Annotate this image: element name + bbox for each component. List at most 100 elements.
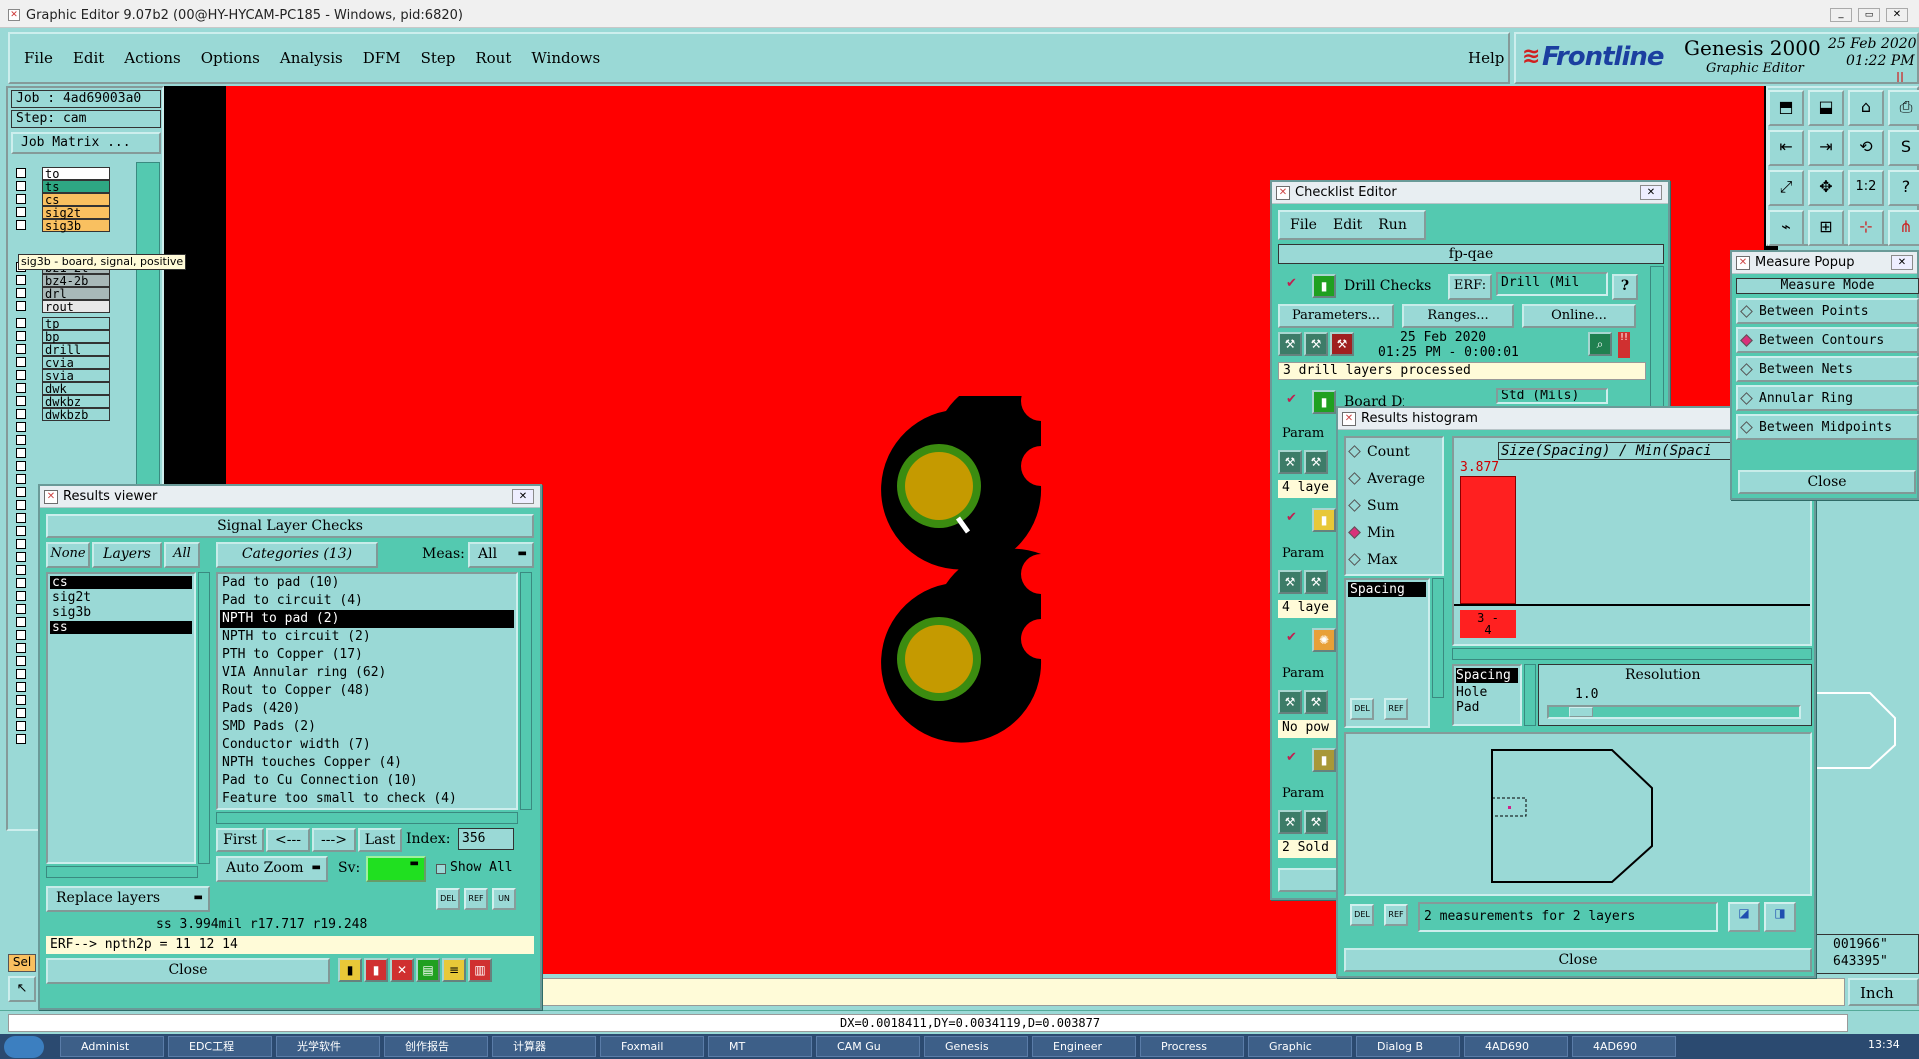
layer-checkbox[interactable] [16, 288, 26, 298]
measure-mode-option[interactable]: Annular Ring [1736, 385, 1919, 411]
zoom-in-icon[interactable]: ⬓ [1808, 90, 1844, 126]
checklist-menu-edit[interactable]: Edit [1333, 217, 1362, 233]
maximize-button[interactable]: ▭ [1858, 8, 1880, 22]
layer-checkbox[interactable] [16, 344, 26, 354]
taskbar-item[interactable]: Procress [1140, 1036, 1244, 1057]
layer-checkbox[interactable] [16, 461, 26, 471]
layer-name[interactable]: drl [42, 286, 110, 300]
menu-step[interactable]: Step [421, 49, 456, 67]
layer-name[interactable]: dwkbz [42, 394, 110, 408]
field-scrollbar[interactable] [1524, 664, 1536, 726]
layer-row[interactable]: sig2t [12, 205, 110, 219]
histogram-icon[interactable]: ▥ [468, 958, 492, 982]
run-all-icon[interactable]: ⚒ [1304, 450, 1328, 474]
none-button[interactable]: None [46, 542, 90, 568]
layer-checkbox[interactable] [16, 708, 26, 718]
histogram-mode-option[interactable]: Max [1346, 546, 1442, 573]
job-matrix-button[interactable]: Job Matrix ... [11, 132, 161, 154]
taskbar-item[interactable]: CAM Gu [816, 1036, 920, 1057]
layer-checkbox[interactable] [16, 656, 26, 666]
layer-checkbox[interactable] [16, 448, 26, 458]
histogram-bar[interactable] [1460, 476, 1516, 604]
run-error-icon[interactable]: ⚒ [1330, 332, 1354, 356]
taskbar-item[interactable]: 光学软件 [276, 1036, 380, 1057]
run-all-icon[interactable]: ⚒ [1304, 570, 1328, 594]
checklist-close-icon[interactable]: ✕ [1640, 185, 1662, 200]
layer-row[interactable]: rout [12, 299, 110, 313]
measure-mode-option[interactable]: Between Nets [1736, 356, 1919, 382]
histogram-mode-option[interactable]: Average [1346, 465, 1442, 492]
taskbar-item[interactable]: 4AD690 [1572, 1036, 1676, 1057]
grid-icon[interactable]: ⊞ [1808, 210, 1844, 246]
taskbar-item[interactable]: 4AD690 [1464, 1036, 1568, 1057]
prev-button[interactable]: <--- [266, 828, 310, 852]
category-item[interactable]: Rout to Copper (48) [220, 682, 514, 700]
category-scrollbar[interactable] [520, 572, 532, 810]
net-icon[interactable]: ⋔ [1888, 210, 1919, 246]
layer-checkbox[interactable] [16, 301, 26, 311]
layer-checkbox[interactable] [16, 370, 26, 380]
run-icon[interactable]: ⚒ [1278, 570, 1302, 594]
results-viewer-close-button[interactable]: Close [46, 958, 330, 984]
checklist-menu-run[interactable]: Run [1378, 217, 1407, 233]
last-button[interactable]: Last [358, 828, 402, 852]
run-icon[interactable]: ⚒ [1278, 332, 1302, 356]
menu-options[interactable]: Options [201, 49, 260, 67]
layer-checkbox[interactable] [16, 630, 26, 640]
measure-mode-option[interactable]: Between Contours [1736, 327, 1919, 353]
layer-checkbox[interactable] [16, 539, 26, 549]
row4-checked[interactable]: ✔ [1286, 630, 1297, 645]
measure-mode-option[interactable]: Between Midpoints [1736, 414, 1919, 440]
note-icon[interactable]: ▤ [416, 958, 440, 982]
replace-layers-select[interactable]: Replace layers ▬ [46, 886, 210, 912]
online-button[interactable]: Online... [1522, 304, 1636, 328]
category-item[interactable]: Feature too small to check (4) [220, 790, 514, 808]
layer-checkbox[interactable] [16, 643, 26, 653]
layer-results-hscroll[interactable] [46, 866, 198, 878]
category-item[interactable]: SMD Pads (2) [220, 718, 514, 736]
layer-checkbox[interactable] [16, 734, 26, 744]
layer-checkbox[interactable] [16, 669, 26, 679]
layer-results-list[interactable]: cs sig2t sig3b ss [46, 572, 196, 864]
layer-checkbox[interactable] [16, 578, 26, 588]
erf-button[interactable]: ERF: [1448, 274, 1492, 300]
menu-help[interactable]: Help [1468, 49, 1504, 67]
layer-name[interactable]: dwk [42, 381, 110, 395]
layer-name[interactable]: sig3b [42, 218, 110, 232]
erf-field[interactable]: Drill (Mil [1496, 272, 1608, 296]
layer-row[interactable]: svia [12, 368, 110, 382]
layer-checkbox[interactable] [16, 168, 26, 178]
histogram-mode-option[interactable]: Count [1346, 438, 1442, 465]
menu-dfm[interactable]: DFM [363, 49, 401, 67]
layer-row[interactable]: dwkbzb [12, 407, 110, 421]
category-list[interactable]: Pad to pad (10) Pad to circuit (4) NPTH to… [216, 572, 518, 810]
layer-checkbox[interactable] [16, 682, 26, 692]
taskbar-item[interactable]: Administ [60, 1036, 164, 1057]
checklist-partial-1[interactable]: Param [1282, 426, 1324, 441]
layer-name[interactable]: bp [42, 329, 110, 343]
layer-name[interactable]: svia [42, 368, 110, 382]
histogram-delete-icon[interactable]: DEL [1350, 698, 1374, 720]
attr-scrollbar[interactable] [1432, 578, 1444, 698]
layer-checkbox[interactable] [16, 591, 26, 601]
layer-checkbox[interactable] [16, 275, 26, 285]
taskbar-item[interactable]: Foxmail [600, 1036, 704, 1057]
layer-name[interactable]: drill [42, 342, 110, 356]
taskbar-item[interactable]: 创作报告 [384, 1036, 488, 1057]
layer-row[interactable]: tp [12, 316, 110, 330]
category-hscroll[interactable] [216, 812, 518, 824]
layer-name[interactable]: to [42, 166, 110, 180]
histogram-mode-option[interactable]: Min [1346, 519, 1442, 546]
taskbar-item[interactable]: Graphic [1248, 1036, 1352, 1057]
histogram-close-button[interactable]: Close [1344, 948, 1812, 972]
result-layer-item[interactable]: ss [50, 621, 192, 634]
measure-close-icon[interactable]: ✕ [1891, 255, 1913, 270]
measure-icon[interactable]: ⊹ [1848, 210, 1884, 246]
layer-checkbox[interactable] [16, 181, 26, 191]
list-icon[interactable]: ≡ [442, 958, 466, 982]
layer-checkbox[interactable] [16, 513, 26, 523]
category-item[interactable]: Pad to Cu Connection (10) [220, 772, 514, 790]
histogram-mode-option[interactable]: Sum [1346, 492, 1442, 519]
menu-rout[interactable]: Rout [475, 49, 511, 67]
row5-checked[interactable]: ✔ [1286, 750, 1297, 765]
